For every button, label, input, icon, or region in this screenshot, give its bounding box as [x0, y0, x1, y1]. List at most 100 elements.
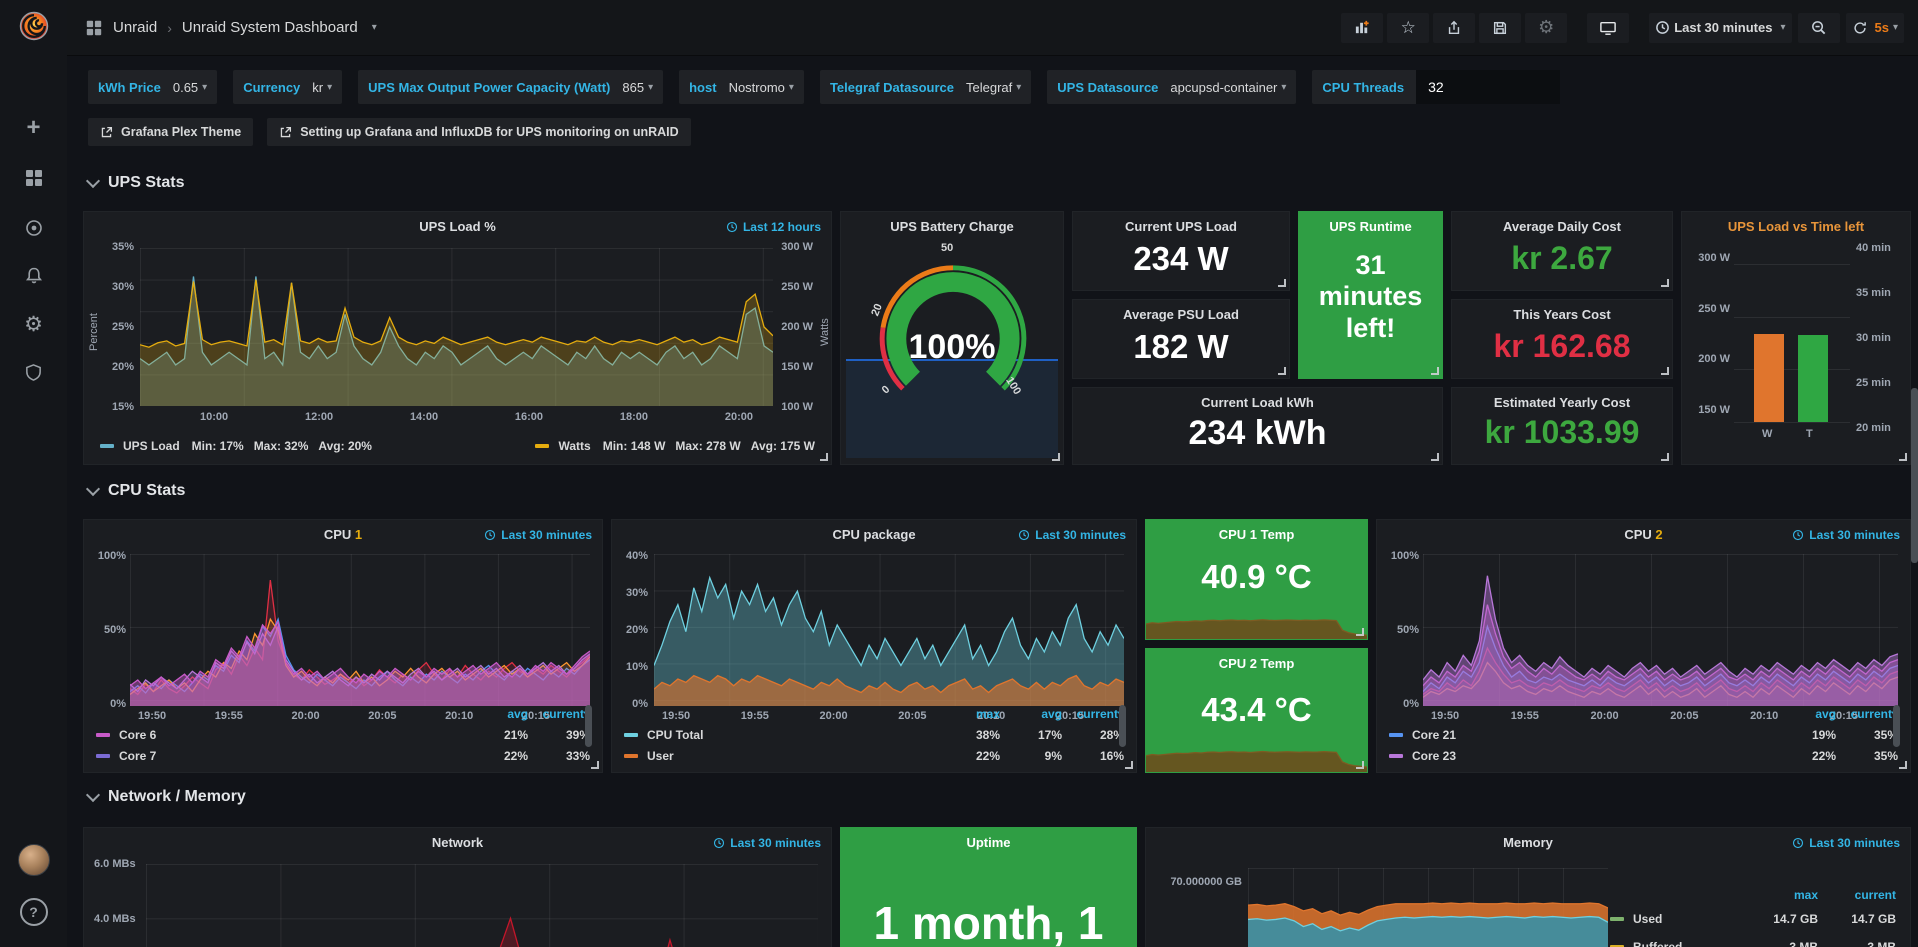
panel-memory[interactable]: Memory Last 30 minutes 70.000000 GB 60.0… — [1145, 827, 1911, 947]
panel-estimated-yearly-cost[interactable]: Estimated Yearly Cost kr 1033.99 — [1451, 387, 1673, 465]
section-network-memory[interactable]: Network / Memory — [88, 788, 246, 806]
star-dashboard-button[interactable]: ☆ — [1387, 13, 1429, 43]
panel-ups-battery-charge[interactable]: UPS Battery Charge 50 20 0 100 100% — [840, 211, 1064, 465]
variable-host[interactable]: host Nostromo ▾ — [679, 70, 804, 104]
alerting-bell-icon[interactable] — [0, 256, 67, 296]
breadcrumb-app[interactable]: Unraid — [113, 19, 157, 36]
cpu-threads-input[interactable]: 32 — [1416, 70, 1560, 104]
variable-kwh-price[interactable]: kWh Price 0.65 ▾ — [88, 70, 217, 104]
series-name[interactable]: UPS Load — [123, 439, 180, 453]
legend-scrollbar[interactable] — [585, 705, 592, 747]
refresh-interval-label[interactable]: 5s — [1875, 20, 1889, 35]
panel-title[interactable]: Uptime — [841, 835, 1136, 850]
panel-time-range[interactable]: Last 30 minutes — [1792, 836, 1900, 850]
network-chart[interactable] — [146, 864, 818, 947]
legend-sort-max[interactable]: max — [1740, 888, 1818, 902]
refresh-button[interactable]: 5s ▾ — [1846, 13, 1905, 43]
series-name[interactable]: Buffered — [1633, 940, 1740, 947]
panel-title[interactable]: UPS Runtime — [1299, 219, 1442, 234]
series-name[interactable]: User — [647, 749, 938, 763]
cpu1-chart[interactable] — [130, 554, 590, 706]
panel-network[interactable]: Network Last 30 minutes 6.0 MBs 4.0 MBs … — [83, 827, 832, 947]
series-name[interactable]: Core 6 — [119, 728, 466, 742]
variable-ups-max-output[interactable]: UPS Max Output Power Capacity (Watt) 865… — [358, 70, 663, 104]
panel-time-range[interactable]: Last 12 hours — [726, 220, 821, 234]
variable-currency[interactable]: Currency kr ▾ — [233, 70, 342, 104]
variable-cpu-threads[interactable]: CPU Threads 32 — [1312, 70, 1560, 104]
cpu2-chart[interactable] — [1423, 554, 1898, 706]
panel-title[interactable]: Current UPS Load — [1073, 219, 1289, 234]
variable-value[interactable]: apcupsd-container — [1170, 80, 1277, 95]
series-name[interactable]: CPU Total — [647, 728, 938, 742]
series-name[interactable]: Core 23 — [1412, 749, 1774, 763]
legend-sort-current[interactable]: current — [1818, 888, 1896, 902]
server-admin-shield-icon[interactable] — [0, 352, 67, 392]
panel-title[interactable]: UPS Load vs Time left — [1682, 219, 1910, 234]
link-grafana-plex-theme[interactable]: Grafana Plex Theme — [88, 118, 253, 146]
panel-title[interactable]: UPS Battery Charge — [841, 219, 1063, 234]
panel-cpu1-temp[interactable]: CPU 1 Temp 40.9 °C — [1145, 519, 1368, 640]
legend-scrollbar[interactable] — [1893, 705, 1900, 747]
apps-grid-icon[interactable] — [85, 19, 103, 37]
panel-ups-runtime[interactable]: UPS Runtime 31 minutes left! — [1298, 211, 1443, 379]
variable-ups-datasource[interactable]: UPS Datasource apcupsd-container ▾ — [1047, 70, 1296, 104]
panel-title[interactable]: Average Daily Cost — [1452, 219, 1672, 234]
panel-this-years-cost[interactable]: This Years Cost kr 162.68 — [1451, 299, 1673, 379]
panel-current-ups-load[interactable]: Current UPS Load 234 W — [1072, 211, 1290, 291]
panel-title[interactable]: CPU 1 Temp — [1146, 527, 1367, 542]
ups-load-plot[interactable] — [140, 248, 773, 406]
cpu1-plot[interactable] — [130, 554, 590, 706]
cycle-view-mode-button[interactable] — [1587, 13, 1629, 43]
add-panel-button[interactable] — [1341, 13, 1383, 43]
series-name[interactable]: Core 7 — [119, 749, 466, 763]
panel-title[interactable]: Current Load kWh — [1073, 395, 1442, 410]
panel-title[interactable]: UPS Load % — [84, 219, 831, 234]
variable-value[interactable]: kr — [312, 80, 323, 95]
panel-time-range[interactable]: Last 30 minutes — [713, 836, 821, 850]
panel-average-psu-load[interactable]: Average PSU Load 182 W — [1072, 299, 1290, 379]
legend-sort-avg[interactable]: avg — [466, 707, 528, 721]
dashboard-settings-button[interactable]: ⚙ — [1525, 13, 1567, 43]
panel-ups-load-vs-time-left[interactable]: UPS Load vs Time left 300 W250 W200 W150… — [1681, 211, 1911, 465]
configuration-gear-icon[interactable]: ⚙ — [0, 304, 67, 344]
cpu-package-plot[interactable] — [654, 554, 1124, 706]
help-icon[interactable]: ? — [0, 892, 67, 932]
legend-sort-current[interactable]: current▾ — [528, 707, 590, 721]
legend-sort-avg[interactable]: avg — [1774, 707, 1836, 721]
legend-sort-max[interactable]: max — [938, 707, 1000, 721]
ups-load-chart[interactable] — [140, 248, 773, 406]
variable-telegraf-datasource[interactable]: Telegraf Datasource Telegraf ▾ — [820, 70, 1031, 104]
explore-icon[interactable] — [0, 208, 67, 248]
link-grafana-influxdb-ups-guide[interactable]: Setting up Grafana and InfluxDB for UPS … — [267, 118, 690, 146]
panel-ups-load[interactable]: UPS Load % Last 12 hours Percent 35%30%2… — [83, 211, 832, 465]
breadcrumb-dashboard-title[interactable]: Unraid System Dashboard — [182, 19, 358, 36]
legend-scrollbar[interactable] — [1119, 705, 1126, 747]
cpu2-plot[interactable] — [1423, 554, 1898, 706]
panel-time-range[interactable]: Last 30 minutes — [484, 528, 592, 542]
legend-sort-current[interactable]: current▾ — [1836, 707, 1898, 721]
panel-time-range[interactable]: Last 30 minutes — [1792, 528, 1900, 542]
legend-sort-current[interactable]: current▾ — [1062, 707, 1124, 721]
panel-average-daily-cost[interactable]: Average Daily Cost kr 2.67 — [1451, 211, 1673, 291]
variable-value[interactable]: Telegraf — [966, 80, 1012, 95]
variable-value[interactable]: 0.65 — [173, 80, 198, 95]
panel-current-load-kwh[interactable]: Current Load kWh 234 kWh — [1072, 387, 1443, 465]
panel-cpu-package[interactable]: CPU package Last 30 minutes 40%30%20%10%… — [611, 519, 1137, 773]
create-icon[interactable]: + — [0, 108, 67, 148]
user-avatar[interactable] — [0, 840, 67, 880]
panel-title[interactable]: Estimated Yearly Cost — [1452, 395, 1672, 410]
section-ups-stats[interactable]: UPS Stats — [88, 174, 184, 192]
cpu-package-chart[interactable] — [654, 554, 1124, 706]
page-scrollbar[interactable] — [1911, 388, 1918, 563]
grafana-logo-icon[interactable] — [0, 6, 67, 46]
series-name[interactable]: Watts — [558, 439, 590, 453]
bar-plot[interactable] — [1734, 252, 1850, 422]
network-plot[interactable] — [146, 864, 818, 947]
panel-cpu2-temp[interactable]: CPU 2 Temp 43.4 °C — [1145, 648, 1368, 773]
save-dashboard-button[interactable] — [1479, 13, 1521, 43]
dashboards-icon[interactable] — [0, 158, 67, 198]
time-range-picker[interactable]: Last 30 minutes ▾ — [1649, 13, 1791, 43]
panel-time-range[interactable]: Last 30 minutes — [1018, 528, 1126, 542]
zoom-out-time-button[interactable] — [1798, 13, 1840, 43]
panel-cpu1[interactable]: CPU 1 Last 30 minutes 100%50%0% 19:5019:… — [83, 519, 603, 773]
